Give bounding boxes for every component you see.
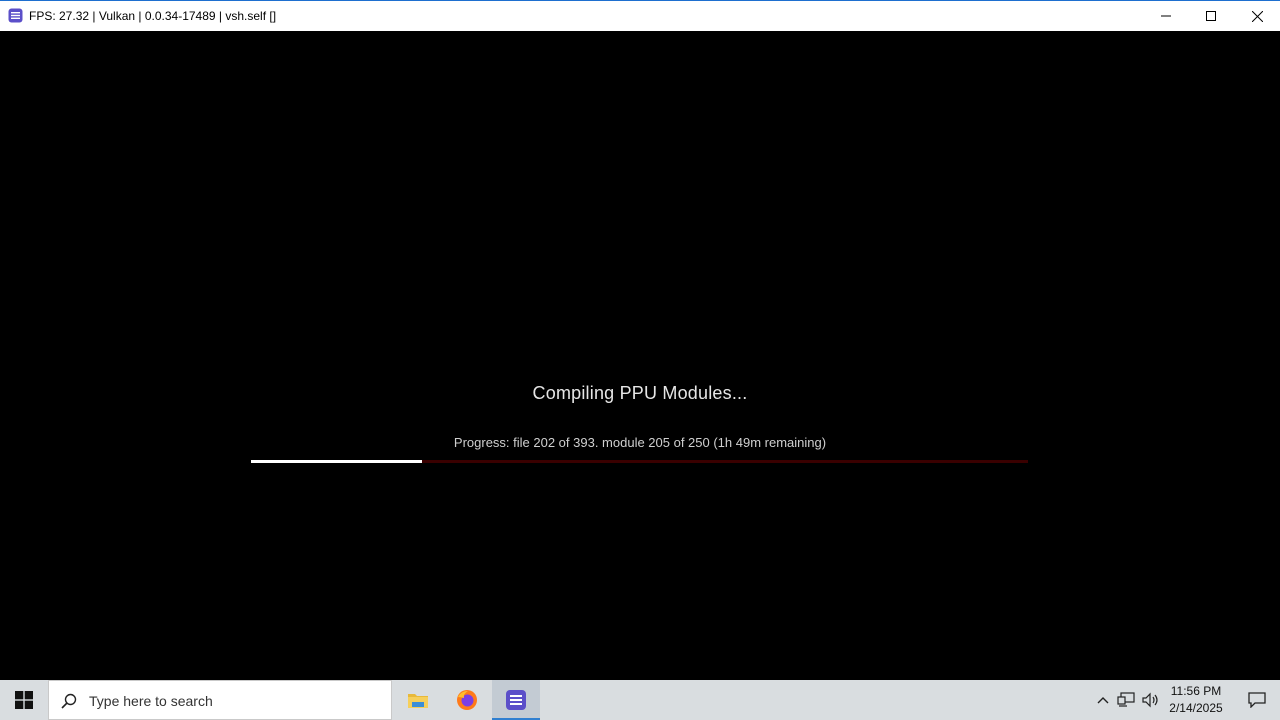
progress-bar-fill bbox=[251, 460, 422, 463]
taskbar-file-explorer[interactable] bbox=[394, 680, 442, 720]
close-icon bbox=[1251, 10, 1263, 22]
rpcs3-app-icon bbox=[8, 8, 23, 23]
maximize-button[interactable] bbox=[1188, 1, 1234, 31]
search-icon bbox=[61, 693, 77, 709]
action-center-button[interactable] bbox=[1234, 680, 1280, 720]
network-icon bbox=[1117, 692, 1135, 707]
compile-title: Compiling PPU Modules... bbox=[532, 383, 748, 403]
taskbar: Type here to search 11:56 PM 2/14/2025 bbox=[0, 680, 1280, 720]
taskbar-rpcs3[interactable] bbox=[492, 680, 540, 720]
rpcs3-icon bbox=[506, 690, 526, 710]
taskbar-clock[interactable]: 11:56 PM 2/14/2025 bbox=[1162, 683, 1230, 717]
search-placeholder: Type here to search bbox=[89, 693, 213, 709]
window-title-bar[interactable]: FPS: 27.32 | Vulkan | 0.0.34-17489 | vsh… bbox=[0, 0, 1280, 31]
search-input[interactable]: Type here to search bbox=[48, 680, 392, 720]
close-button[interactable] bbox=[1234, 1, 1280, 31]
start-button[interactable] bbox=[0, 680, 48, 720]
clock-time: 11:56 PM bbox=[1170, 684, 1222, 698]
emulator-viewport[interactable]: Compiling PPU Modules... Progress: file … bbox=[0, 31, 1280, 680]
progress-bar bbox=[251, 460, 1028, 463]
windows-logo-icon bbox=[15, 691, 33, 709]
progress-text: Progress: file 202 of 393. module 205 of… bbox=[453, 435, 827, 450]
speaker-icon bbox=[1142, 692, 1158, 708]
taskbar-firefox[interactable] bbox=[443, 680, 491, 720]
file-explorer-icon bbox=[408, 694, 428, 708]
network-button[interactable] bbox=[1116, 690, 1136, 710]
clock-date: 2/14/2025 bbox=[1169, 701, 1223, 715]
window-title: FPS: 27.32 | Vulkan | 0.0.34-17489 | vsh… bbox=[29, 9, 277, 23]
firefox-icon bbox=[457, 690, 477, 710]
notification-icon bbox=[1248, 692, 1266, 708]
maximize-icon bbox=[1206, 11, 1216, 21]
volume-button[interactable] bbox=[1140, 690, 1160, 710]
chevron-up-icon bbox=[1097, 697, 1109, 704]
minimize-button[interactable] bbox=[1143, 1, 1189, 31]
show-hidden-icons-button[interactable] bbox=[1093, 690, 1113, 710]
minimize-icon bbox=[1161, 15, 1171, 17]
